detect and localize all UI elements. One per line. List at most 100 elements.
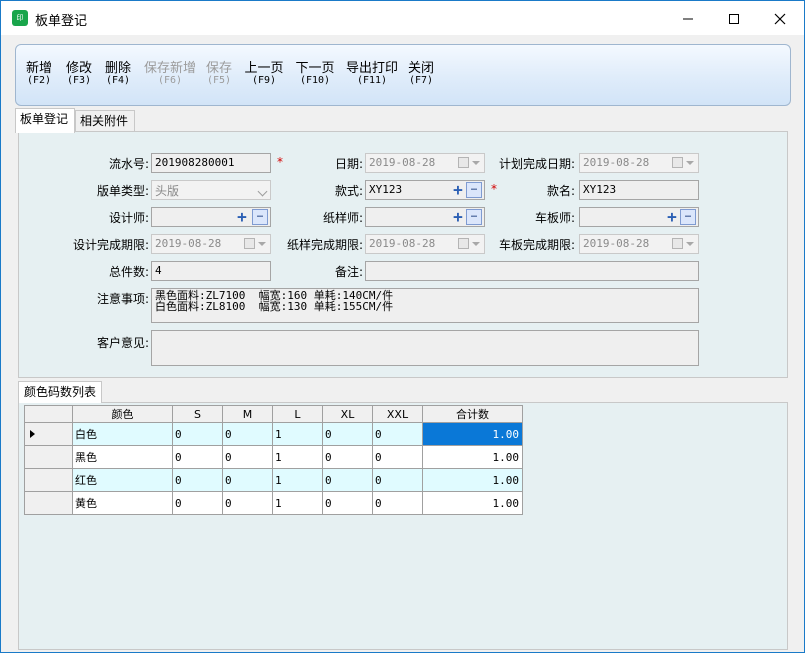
column-header[interactable]: XXL: [372, 405, 423, 423]
style-field[interactable]: XY123 + …: [365, 180, 485, 200]
maximize-button[interactable]: [711, 1, 757, 35]
serial-field[interactable]: 201908280001: [151, 153, 271, 173]
table-cell[interactable]: 0: [172, 422, 223, 446]
table-cell[interactable]: 0: [372, 491, 423, 515]
title-bar[interactable]: 印 板单登记: [1, 1, 804, 35]
table-cell[interactable]: 0: [172, 445, 223, 469]
browse-designer-button[interactable]: …: [252, 209, 268, 225]
chevron-down-icon: [686, 161, 694, 165]
browse-pattern-maker-button[interactable]: …: [466, 209, 482, 225]
table-cell[interactable]: 0: [222, 445, 273, 469]
sew-deadline-field[interactable]: 2019-08-28: [579, 234, 699, 254]
table-cell[interactable]: 1.00: [422, 468, 523, 492]
edit-button[interactable]: 修改 (F3): [64, 57, 94, 86]
previous-page-button[interactable]: 上一页 (F9): [243, 57, 285, 86]
tab-sample-register[interactable]: 板单登记: [15, 108, 75, 133]
row-indicator[interactable]: [24, 445, 73, 469]
column-header[interactable]: S: [172, 405, 223, 423]
notes-field[interactable]: 黑色面料:ZL7100 幅宽:160 单耗:140CM/件 白色面料:ZL810…: [151, 288, 699, 323]
table-cell[interactable]: 0: [222, 491, 273, 515]
row-indicator[interactable]: [24, 422, 73, 446]
type-select[interactable]: 头版: [151, 180, 271, 200]
add-designer-button[interactable]: +: [234, 209, 250, 225]
table-cell[interactable]: 1.00: [422, 445, 523, 469]
pattern-maker-field[interactable]: + …: [365, 207, 485, 227]
table-cell[interactable]: 0: [222, 468, 273, 492]
column-header[interactable]: L: [272, 405, 323, 423]
delete-button[interactable]: 删除 (F4): [103, 57, 133, 86]
sewer-field[interactable]: + …: [579, 207, 699, 227]
customer-opinion-field[interactable]: [151, 330, 699, 366]
remark-field[interactable]: [365, 261, 699, 281]
close-button[interactable]: 关闭 (F7): [406, 57, 436, 86]
table-cell[interactable]: 0: [322, 445, 373, 469]
sew-deadline-label: 车板完成期限:: [498, 238, 575, 252]
date-picker-button[interactable]: [670, 237, 696, 251]
row-indicator[interactable]: [24, 491, 73, 515]
pattern-deadline-field[interactable]: 2019-08-28: [365, 234, 485, 254]
calendar-icon: [672, 238, 683, 249]
total-field[interactable]: 4: [151, 261, 271, 281]
table-cell[interactable]: 0: [322, 491, 373, 515]
table-row[interactable]: 白色 0 0 1 0 0 1.00: [24, 422, 523, 446]
row-indicator[interactable]: [24, 468, 73, 492]
row-indicator-header: [24, 405, 73, 423]
designer-field[interactable]: + …: [151, 207, 271, 227]
date-picker-button[interactable]: [456, 237, 482, 251]
table-cell[interactable]: 0: [322, 422, 373, 446]
tab-attachments[interactable]: 相关附件: [75, 110, 135, 132]
current-row-icon: [30, 430, 35, 438]
content-area: 新增 (F2) 修改 (F3) 删除 (F4) 保存新增 (F6) 保存 (F5) 上一页…: [1, 35, 804, 652]
style-name-field[interactable]: XY123: [579, 180, 699, 200]
plan-done-field[interactable]: 2019-08-28: [579, 153, 699, 173]
table-cell[interactable]: 1.00: [422, 422, 523, 446]
column-header[interactable]: M: [222, 405, 273, 423]
table-cell[interactable]: 黑色: [72, 445, 173, 469]
export-print-button[interactable]: 导出打印 (F11): [344, 57, 400, 86]
date-picker-button[interactable]: [456, 156, 482, 170]
notes-label: 注意事项:: [96, 292, 149, 306]
table-cell[interactable]: 1: [272, 491, 323, 515]
table-cell[interactable]: 0: [222, 422, 273, 446]
table-cell[interactable]: 白色: [72, 422, 173, 446]
browse-style-button[interactable]: …: [466, 182, 482, 198]
design-deadline-field[interactable]: 2019-08-28: [151, 234, 271, 254]
table-cell[interactable]: 1.00: [422, 491, 523, 515]
column-header[interactable]: 合计数: [422, 405, 523, 423]
table-cell[interactable]: 0: [372, 422, 423, 446]
column-header[interactable]: XL: [322, 405, 373, 423]
table-cell[interactable]: 0: [172, 468, 223, 492]
calendar-icon: [244, 238, 255, 249]
close-window-button[interactable]: [757, 1, 803, 35]
date-field[interactable]: 2019-08-28: [365, 153, 485, 173]
browse-sewer-button[interactable]: …: [680, 209, 696, 225]
add-style-button[interactable]: +: [450, 182, 466, 198]
table-cell[interactable]: 0: [372, 445, 423, 469]
save-new-button[interactable]: 保存新增 (F6): [142, 57, 198, 86]
table-cell[interactable]: 1: [272, 445, 323, 469]
style-label: 款式:: [334, 184, 363, 198]
next-page-button[interactable]: 下一页 (F10): [294, 57, 336, 86]
table-row[interactable]: 红色 0 0 1 0 0 1.00: [24, 468, 523, 492]
date-picker-button[interactable]: [242, 237, 268, 251]
customer-opinion-label: 客户意见:: [96, 336, 149, 350]
table-cell[interactable]: 红色: [72, 468, 173, 492]
color-size-table: 颜色 S M L XL XXL 合计数 白色 0 0 1 0 0 1.00 黑色…: [24, 405, 523, 515]
new-button[interactable]: 新增 (F2): [24, 57, 54, 86]
table-cell[interactable]: 1: [272, 468, 323, 492]
table-cell[interactable]: 0: [172, 491, 223, 515]
tab-color-size-list[interactable]: 颜色码数列表: [18, 381, 103, 403]
add-pattern-maker-button[interactable]: +: [450, 209, 466, 225]
table-row[interactable]: 黄色 0 0 1 0 0 1.00: [24, 491, 523, 515]
column-header[interactable]: 颜色: [72, 405, 173, 423]
date-picker-button[interactable]: [670, 156, 696, 170]
grid-panel: 颜色 S M L XL XXL 合计数 白色 0 0 1 0 0 1.00 黑色…: [18, 402, 788, 650]
save-button[interactable]: 保存 (F5): [204, 57, 234, 86]
table-cell[interactable]: 0: [322, 468, 373, 492]
add-sewer-button[interactable]: +: [664, 209, 680, 225]
minimize-button[interactable]: [665, 1, 711, 35]
table-cell[interactable]: 0: [372, 468, 423, 492]
table-cell[interactable]: 黄色: [72, 491, 173, 515]
table-row[interactable]: 黑色 0 0 1 0 0 1.00: [24, 445, 523, 469]
table-cell[interactable]: 1: [272, 422, 323, 446]
